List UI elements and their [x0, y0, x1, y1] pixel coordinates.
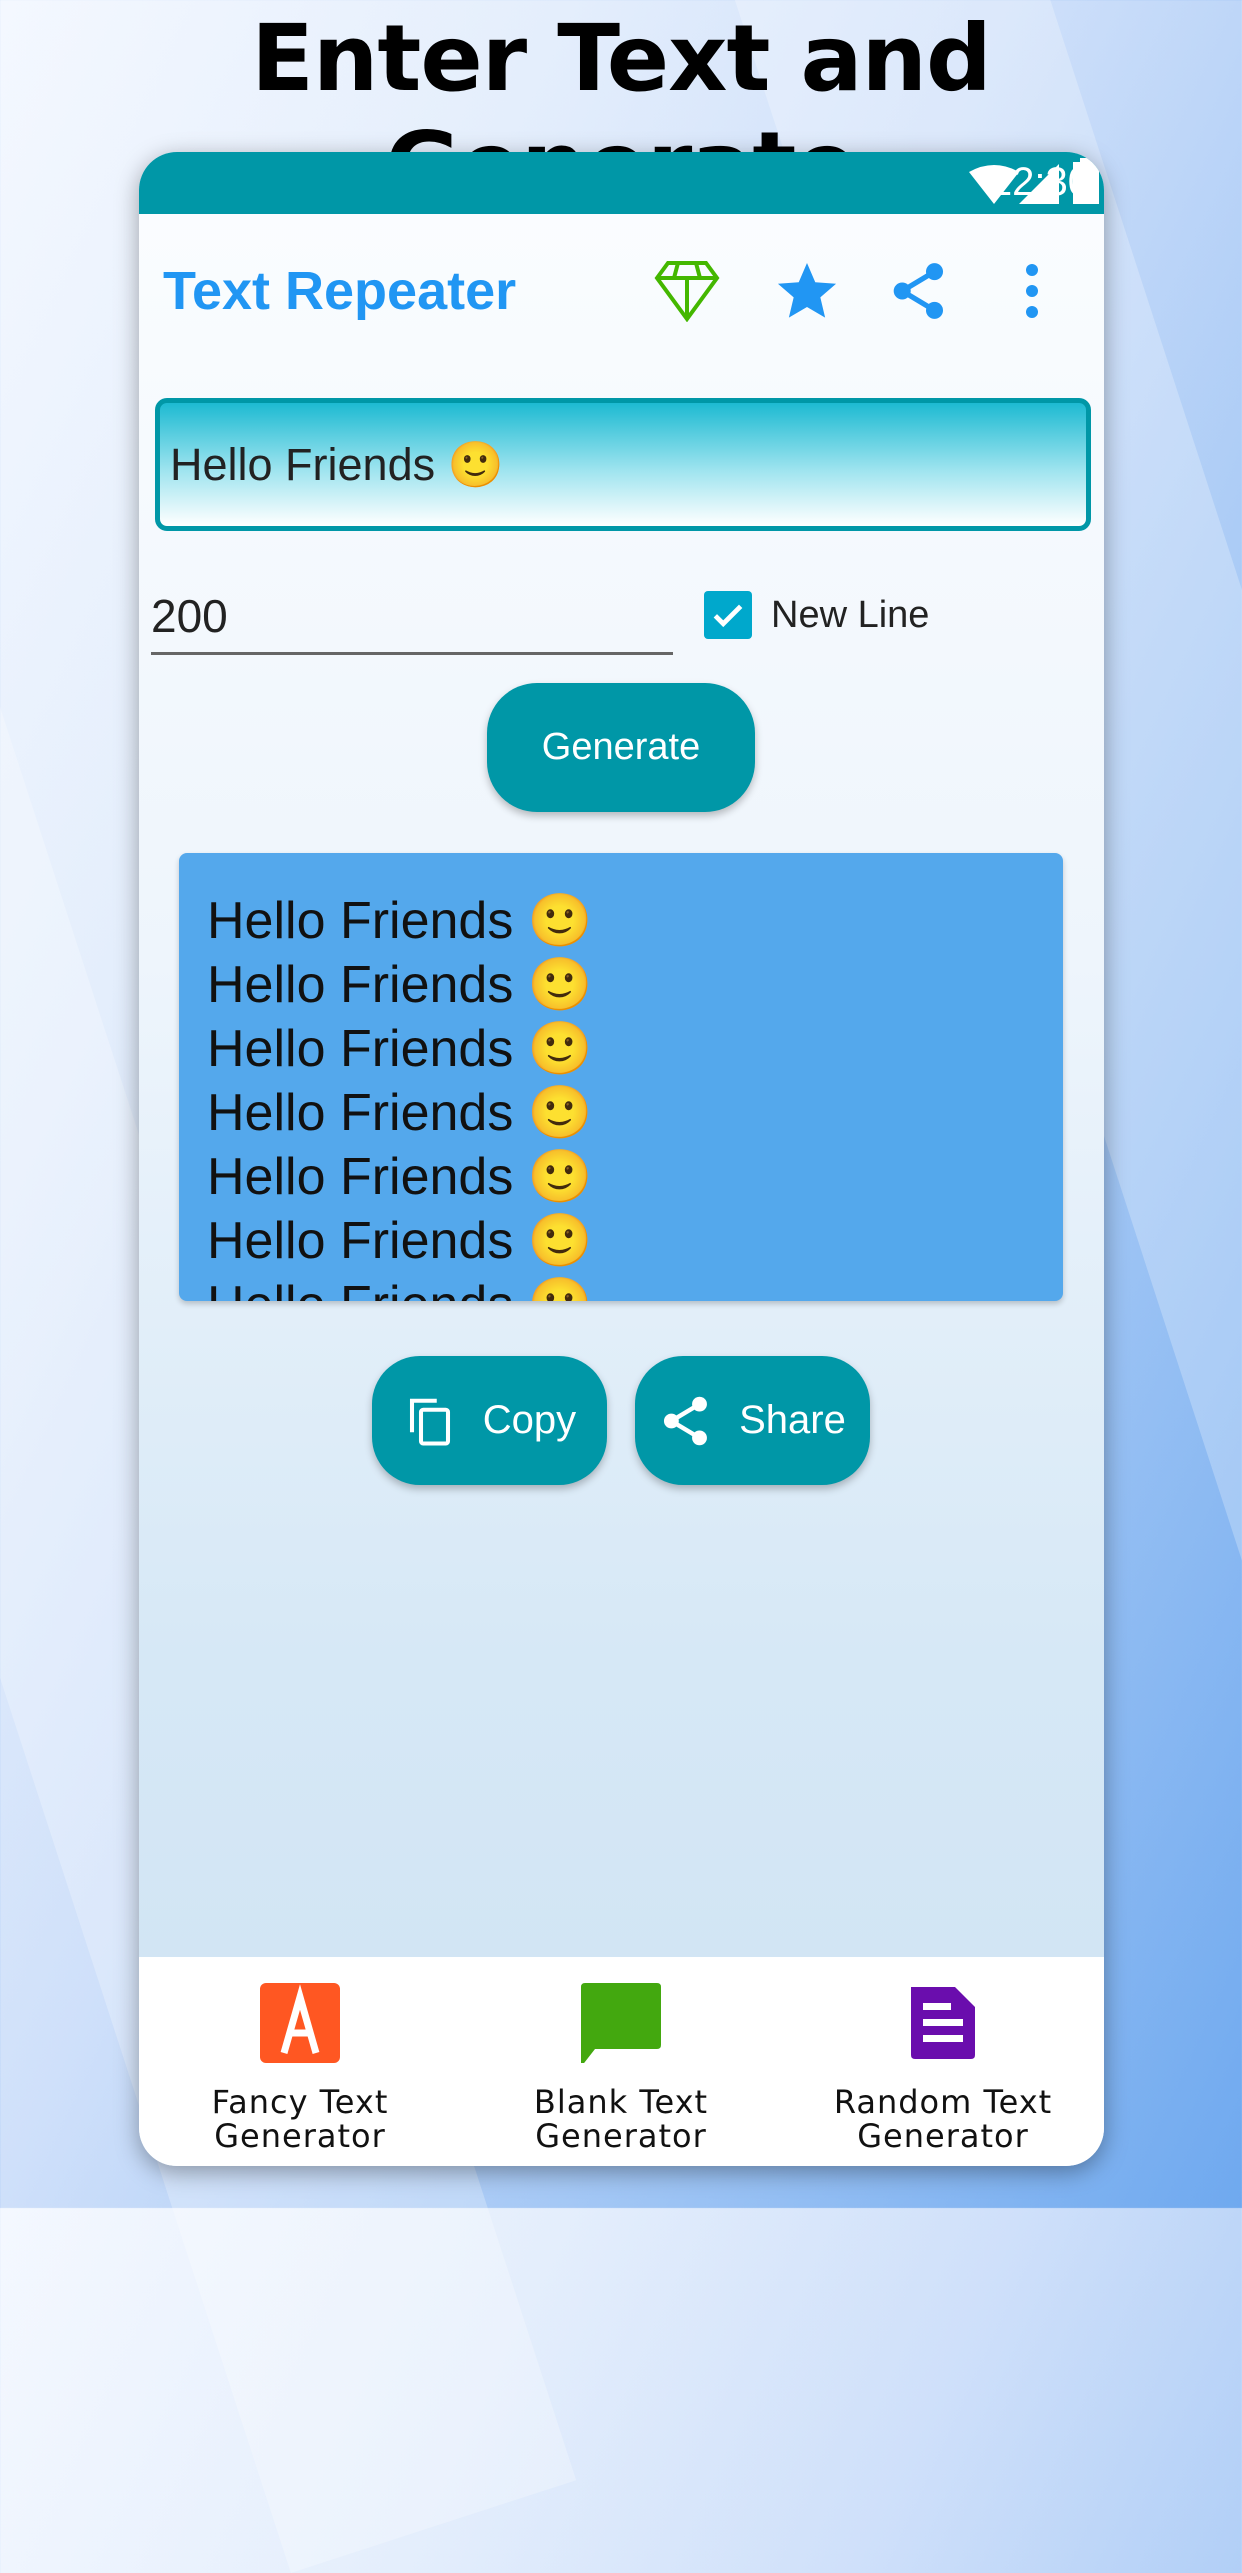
share-button[interactable]: Share: [635, 1356, 870, 1485]
output-line: Hello Friends 🙂: [207, 1273, 1035, 1301]
status-bar: 12:30: [139, 152, 1104, 214]
app-title: Text Repeater: [163, 261, 517, 321]
nav-blank-text-generator[interactable]: Blank Text Generator: [471, 1957, 771, 2166]
share-app-button[interactable]: [884, 256, 954, 326]
text-input[interactable]: Hello Friends 🙂: [155, 398, 1091, 531]
phone-frame: 12:30 Text Repeater Hello Friends 🙂 200 …: [139, 152, 1104, 2166]
rate-button[interactable]: [772, 256, 842, 326]
repeat-count-input[interactable]: 200: [151, 577, 673, 655]
output-line: Hello Friends 🙂: [207, 1148, 593, 1206]
bottom-nav: Fancy Text Generator Blank Text Generator …: [139, 1957, 1104, 2166]
output-text-area[interactable]: Hello Friends 🙂 Hello Friends 🙂 Hello Fr…: [179, 853, 1063, 1301]
nav-label: Fancy Text: [211, 2083, 389, 2121]
document-icon: [911, 1987, 975, 2059]
nav-label: Generator: [535, 2117, 707, 2155]
premium-button[interactable]: [652, 256, 722, 326]
nav-label: Blank Text: [533, 2083, 709, 2121]
nav-label: Generator: [857, 2117, 1029, 2155]
output-line: Hello Friends 🙂: [207, 956, 593, 1014]
chat-bubble-icon: [581, 1983, 661, 2063]
nav-fancy-text-generator[interactable]: Fancy Text Generator: [150, 1957, 450, 2166]
diamond-icon: [654, 261, 720, 322]
star-icon: [777, 263, 837, 318]
share-icon: [664, 1396, 708, 1445]
output-line: Hello Friends 🙂: [207, 1212, 593, 1270]
share-label: Share: [739, 1398, 846, 1442]
letter-a-icon: [260, 1983, 340, 2063]
overflow-menu-button[interactable]: [997, 256, 1067, 326]
new-line-label: New Line: [771, 594, 930, 636]
output-line: Hello Friends 🙂: [207, 1084, 593, 1142]
copy-button[interactable]: Copy: [372, 1356, 607, 1485]
nav-label: Random Text: [833, 2083, 1053, 2121]
generate-button[interactable]: Generate: [487, 683, 755, 812]
output-line: Hello Friends 🙂: [207, 892, 593, 950]
share-icon: [893, 263, 944, 319]
copy-label: Copy: [482, 1398, 577, 1442]
check-icon: [713, 604, 743, 628]
output-line: Hello Friends 🙂: [207, 1020, 593, 1078]
more-vert-icon: [1026, 264, 1038, 318]
nav-random-text-generator[interactable]: Random Text Generator: [793, 1957, 1093, 2166]
copy-icon: [409, 1398, 450, 1446]
status-time: 12:30: [989, 160, 1090, 204]
nav-label: Generator: [214, 2117, 386, 2155]
new-line-checkbox[interactable]: [704, 591, 752, 639]
